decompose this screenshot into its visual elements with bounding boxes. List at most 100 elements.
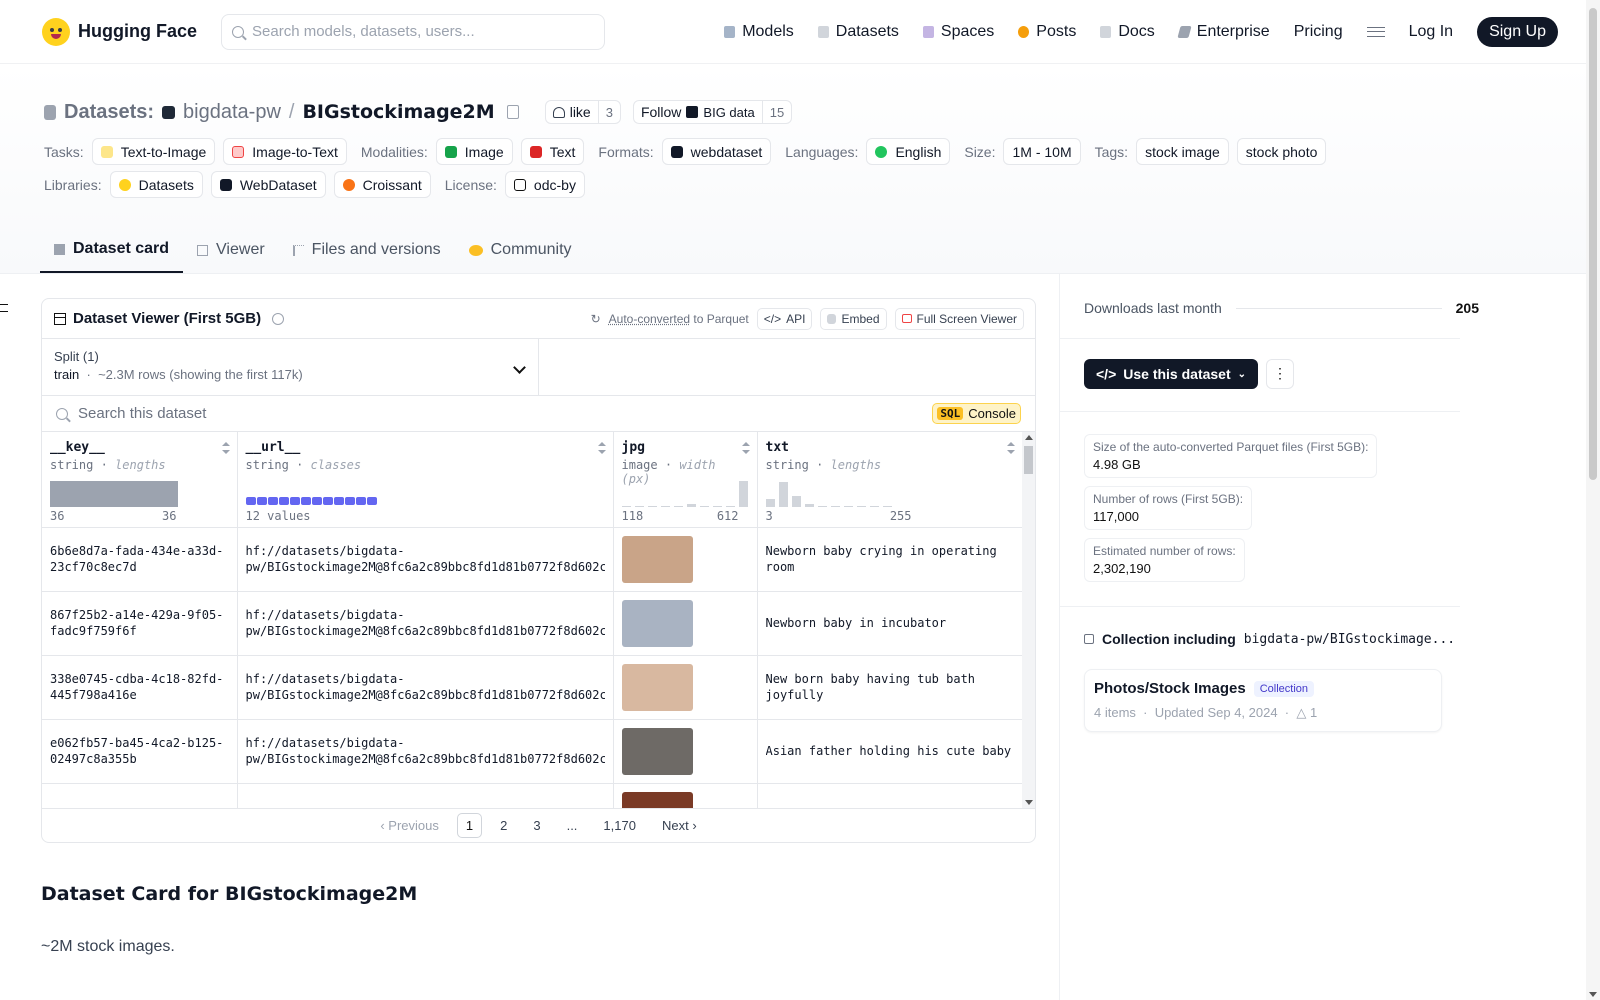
histogram-bar[interactable] — [817, 505, 827, 507]
cell-jpg[interactable] — [613, 783, 758, 808]
dataset-search-input[interactable]: Search this dataset SQL Console — [42, 396, 1035, 432]
image-thumbnail[interactable] — [621, 791, 693, 808]
tag-text-to-image[interactable]: Text-to-Image — [91, 138, 216, 165]
nav-spaces[interactable]: Spaces — [922, 23, 994, 41]
cell-url[interactable]: hf://datasets/bigdata- — [237, 783, 614, 808]
histogram-bar[interactable] — [869, 505, 879, 507]
sidebar-toggle-icon[interactable] — [0, 304, 8, 312]
cell-key[interactable]: 1701c297-ebdd-4ea7-8514- — [42, 783, 238, 808]
sort-icon[interactable] — [1006, 442, 1015, 454]
cell-txt[interactable]: New born baby having tub bath joyfully — [757, 655, 1023, 720]
cell-key[interactable]: e062fb57-ba45-4ca2-b125-02497c8a355b — [42, 719, 238, 784]
histogram-bar[interactable] — [50, 480, 178, 507]
class-segment[interactable] — [245, 496, 256, 505]
page-scrollbar[interactable] — [1586, 0, 1600, 1000]
histogram-bar[interactable] — [673, 505, 683, 507]
page-1[interactable]: 1 — [456, 813, 483, 838]
cell-jpg[interactable] — [613, 655, 758, 720]
cell-txt[interactable]: Newborn baby in incubator — [757, 591, 1023, 656]
cell-url[interactable]: hf://datasets/bigdata-pw/BIGstockimage2M… — [237, 655, 614, 720]
sort-icon[interactable] — [741, 442, 750, 454]
histogram-bar[interactable] — [647, 505, 657, 507]
class-segment[interactable] — [256, 496, 267, 505]
nav-models[interactable]: Models — [724, 23, 794, 41]
cell-key[interactable]: 867f25b2-a14e-429a-9f05-fadc9f759f6f — [42, 591, 238, 656]
tab-viewer[interactable]: Viewer — [183, 228, 279, 273]
fullscreen-button[interactable]: Full Screen Viewer — [894, 307, 1024, 330]
follow-button[interactable]: Follow BIG data 15 — [632, 100, 793, 124]
cell-txt[interactable]: Asian father holding his cute baby — [757, 719, 1023, 784]
histogram-bar[interactable] — [699, 505, 709, 507]
login-button[interactable]: Log In — [1409, 23, 1453, 41]
brand-logo[interactable]: Hugging Face — [42, 17, 197, 46]
next-page-button[interactable]: Next › — [654, 814, 705, 837]
cell-url[interactable]: hf://datasets/bigdata-pw/BIGstockimage2M… — [237, 527, 614, 592]
sql-console-button[interactable]: SQL Console — [932, 403, 1021, 424]
tab-dataset-card[interactable]: Dataset card — [40, 228, 184, 273]
class-segment[interactable] — [278, 496, 289, 505]
histogram-bar[interactable] — [778, 481, 788, 507]
class-segment[interactable] — [289, 496, 300, 505]
table-row[interactable]: 1701c297-ebdd-4ea7-8514-hf://datasets/bi… — [42, 783, 1023, 808]
org-link[interactable]: bigdata-pw — [183, 101, 281, 124]
column-txt[interactable]: txt string · lengths 3 255 — [757, 432, 1023, 528]
repo-name[interactable]: BIGstockimage2M — [302, 101, 494, 123]
histogram-bar[interactable] — [725, 505, 735, 507]
embed-button[interactable]: Embed — [820, 307, 887, 330]
nav-enterprise[interactable]: Enterprise — [1177, 23, 1270, 41]
image-thumbnail[interactable] — [621, 535, 693, 583]
tag-stock-photo[interactable]: stock photo — [1236, 138, 1327, 165]
histogram-bar[interactable] — [830, 505, 840, 507]
info-icon[interactable] — [272, 312, 285, 325]
column-jpg[interactable]: jpg image · width (px) 118 612 — [613, 432, 758, 528]
histogram-bar[interactable] — [634, 505, 644, 507]
cell-key[interactable]: 338e0745-cdba-4c18-82fd-445f798a416e — [42, 655, 238, 720]
prev-page-button[interactable]: ‹ Previous — [372, 814, 447, 837]
tag-size[interactable]: 1M - 10M — [1003, 138, 1081, 165]
section-label[interactable]: Datasets: — [64, 101, 154, 124]
histogram-bar[interactable] — [765, 498, 775, 507]
more-menu-icon[interactable] — [1366, 26, 1385, 37]
class-segment[interactable] — [366, 496, 377, 505]
cell-key[interactable]: 6b6e8d7a-fada-434e-a33d-23cf70c8ec7d — [42, 527, 238, 592]
cell-url[interactable]: hf://datasets/bigdata-pw/BIGstockimage2M… — [237, 591, 614, 656]
cell-txt[interactable]: Pretty mom sleeping soundly with — [757, 783, 1023, 808]
cell-txt[interactable]: Newborn baby crying in operating room — [757, 527, 1023, 592]
search-input[interactable]: Search models, datasets, users... — [221, 13, 606, 50]
image-thumbnail[interactable] — [621, 663, 693, 711]
cell-jpg[interactable] — [613, 591, 758, 656]
column-key[interactable]: __key__ string · lengths 36 36 — [42, 432, 238, 528]
image-thumbnail[interactable] — [621, 727, 693, 775]
tag-english[interactable]: English — [866, 138, 951, 165]
sort-icon[interactable] — [597, 442, 606, 454]
nav-pricing[interactable]: Pricing — [1294, 23, 1343, 41]
histogram-bar[interactable] — [738, 480, 748, 507]
tag-license[interactable]: odc-by — [504, 171, 585, 198]
page-last[interactable]: 1,170 — [595, 814, 644, 837]
tag-lib-datasets[interactable]: Datasets — [109, 171, 203, 198]
sort-icon[interactable] — [221, 442, 230, 454]
nav-docs[interactable]: Docs — [1100, 23, 1155, 41]
split-select[interactable]: Split (1) train · ~2.3M rows (showing th… — [42, 339, 539, 395]
tag-image-to-text[interactable]: Image-to-Text — [223, 138, 347, 165]
cell-jpg[interactable] — [613, 527, 758, 592]
table-scrollbar[interactable] — [1022, 432, 1035, 808]
class-segment[interactable] — [267, 496, 278, 505]
nav-posts[interactable]: Posts — [1018, 23, 1076, 41]
class-segment[interactable] — [311, 496, 322, 505]
column-url[interactable]: __url__ string · classes 12 values — [237, 432, 614, 528]
page-2[interactable]: 2 — [492, 814, 515, 837]
class-segment[interactable] — [333, 496, 344, 505]
use-dataset-button[interactable]: </> Use this dataset ⌄ — [1084, 359, 1259, 389]
tag-image[interactable]: Image — [435, 138, 513, 165]
auto-converted-link[interactable]: Auto-converted — [609, 312, 690, 326]
page-3[interactable]: 3 — [525, 814, 548, 837]
signup-button[interactable]: Sign Up — [1477, 16, 1558, 47]
histogram-bar[interactable] — [621, 505, 631, 507]
class-segment[interactable] — [322, 496, 333, 505]
tab-files[interactable]: Files and versions — [279, 228, 455, 273]
table-row[interactable]: e062fb57-ba45-4ca2-b125-02497c8a355b hf:/… — [42, 719, 1023, 784]
tag-lib-webdataset[interactable]: WebDataset — [210, 171, 326, 198]
more-options-button[interactable] — [1266, 359, 1295, 389]
image-thumbnail[interactable] — [621, 599, 693, 647]
